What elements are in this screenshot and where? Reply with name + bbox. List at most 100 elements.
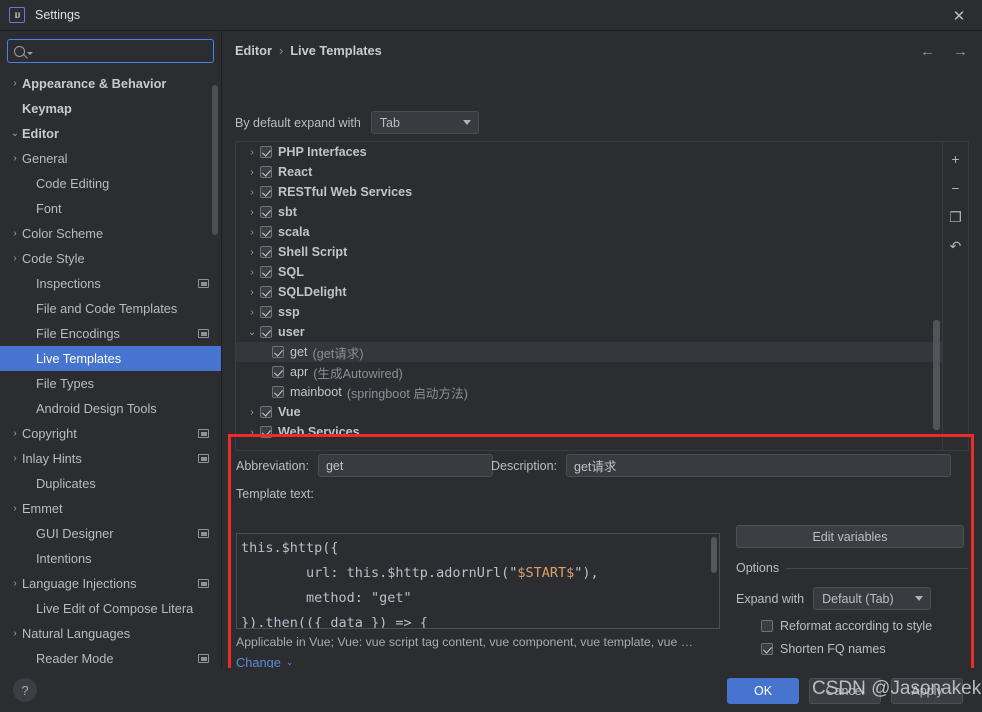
table-row[interactable]: ›mainboot(springboot 启动方法) xyxy=(236,382,942,402)
template-checkbox[interactable] xyxy=(260,226,272,238)
sidebar-item-code-style[interactable]: › Code Style xyxy=(0,246,221,271)
sidebar-item-android-design-tools[interactable]: ›Android Design Tools xyxy=(0,396,221,421)
sidebar-item-emmet[interactable]: › Emmet xyxy=(0,496,221,521)
sidebar-item-live-edit-of-compose-litera[interactable]: ›Live Edit of Compose Litera xyxy=(0,596,221,621)
shorten-fq-names-checkbox[interactable] xyxy=(761,643,773,655)
sidebar-item-gui-designer[interactable]: ›GUI Designer xyxy=(0,521,221,546)
table-row[interactable]: › React xyxy=(236,162,942,182)
sidebar-item-appearance-behavior[interactable]: › Appearance & Behavior xyxy=(0,71,221,96)
chevron-right-icon[interactable]: › xyxy=(8,153,22,164)
table-row[interactable]: › PHP Interfaces xyxy=(236,142,942,162)
template-checkbox[interactable] xyxy=(272,366,284,378)
chevron-down-icon[interactable]: ⌄ xyxy=(244,327,260,338)
apply-button[interactable]: Apply xyxy=(891,678,963,704)
template-checkbox[interactable] xyxy=(260,426,272,438)
code-scrollbar[interactable] xyxy=(711,537,717,573)
table-row[interactable]: › sbt xyxy=(236,202,942,222)
chevron-right-icon[interactable]: › xyxy=(8,228,22,239)
chevron-right-icon[interactable]: › xyxy=(8,453,22,464)
table-row[interactable]: ⌄ user xyxy=(236,322,942,342)
chevron-right-icon[interactable]: › xyxy=(244,227,260,238)
template-text-editor[interactable]: this.$http({ url: this.$http.adornUrl("$… xyxy=(236,533,720,629)
template-checkbox[interactable] xyxy=(272,386,284,398)
help-button[interactable]: ? xyxy=(13,678,37,702)
table-row[interactable]: › SQLDelight xyxy=(236,282,942,302)
sidebar-item-keymap[interactable]: ›Keymap xyxy=(0,96,221,121)
sidebar-item-file-encodings[interactable]: ›File Encodings xyxy=(0,321,221,346)
chevron-right-icon[interactable]: › xyxy=(244,207,260,218)
template-checkbox[interactable] xyxy=(260,246,272,258)
sidebar-item-code-editing[interactable]: ›Code Editing xyxy=(0,171,221,196)
sidebar-item-reader-mode[interactable]: ›Reader Mode xyxy=(0,646,221,668)
template-checkbox[interactable] xyxy=(260,186,272,198)
expand-with-select[interactable]: Default (Tab) xyxy=(813,587,932,610)
reformat-option-row[interactable]: Reformat according to style xyxy=(761,619,968,633)
chevron-right-icon[interactable]: › xyxy=(8,78,22,89)
template-checkbox[interactable] xyxy=(260,166,272,178)
edit-variables-button[interactable]: Edit variables xyxy=(736,525,964,548)
chevron-down-icon[interactable]: ⌄ xyxy=(8,128,22,139)
sidebar-item-intentions[interactable]: ›Intentions xyxy=(0,546,221,571)
revert-template-button[interactable]: ↶ xyxy=(946,237,966,255)
template-checkbox[interactable] xyxy=(260,406,272,418)
sidebar-item-editor[interactable]: ⌄ Editor xyxy=(0,121,221,146)
abbreviation-field[interactable]: get xyxy=(317,454,493,477)
remove-template-button[interactable]: − xyxy=(946,179,966,197)
chevron-right-icon[interactable]: › xyxy=(244,287,260,298)
sidebar-item-copyright[interactable]: › Copyright xyxy=(0,421,221,446)
table-row[interactable]: ›apr(生成Autowired) xyxy=(236,362,942,382)
chevron-right-icon[interactable]: › xyxy=(8,253,22,264)
sidebar-item-inlay-hints[interactable]: › Inlay Hints xyxy=(0,446,221,471)
table-row[interactable]: › Vue xyxy=(236,402,942,422)
chevron-right-icon[interactable]: › xyxy=(8,578,22,589)
template-checkbox[interactable] xyxy=(260,326,272,338)
sidebar-item-general[interactable]: › General xyxy=(0,146,221,171)
table-row[interactable]: › scala xyxy=(236,222,942,242)
description-field[interactable]: get请求 xyxy=(566,454,951,477)
templates-tree-scrollbar[interactable] xyxy=(933,320,940,430)
chevron-right-icon[interactable]: › xyxy=(244,427,260,438)
chevron-right-icon[interactable]: › xyxy=(244,167,260,178)
sidebar-item-font[interactable]: ›Font xyxy=(0,196,221,221)
search-input[interactable] xyxy=(37,44,207,58)
template-checkbox[interactable] xyxy=(260,286,272,298)
table-row[interactable]: ›get(get请求) xyxy=(236,342,942,362)
duplicate-template-button[interactable]: ❐ xyxy=(946,208,966,226)
chevron-right-icon[interactable]: › xyxy=(8,628,22,639)
template-checkbox[interactable] xyxy=(272,346,284,358)
search-box[interactable] xyxy=(7,39,214,63)
arrow-left-icon[interactable]: ← xyxy=(920,43,935,60)
sidebar-item-natural-languages[interactable]: › Natural Languages xyxy=(0,621,221,646)
chevron-right-icon[interactable]: › xyxy=(8,428,22,439)
chevron-down-icon[interactable] xyxy=(27,51,33,55)
chevron-right-icon[interactable]: › xyxy=(244,187,260,198)
ok-button[interactable]: OK xyxy=(727,678,799,704)
reformat-checkbox[interactable] xyxy=(761,620,773,632)
shorten-option-row[interactable]: Shorten FQ names xyxy=(761,642,968,656)
sidebar-item-live-templates[interactable]: ›Live Templates xyxy=(0,346,221,371)
table-row[interactable]: › ssp xyxy=(236,302,942,322)
cancel-button[interactable]: Cancel xyxy=(809,678,881,704)
chevron-right-icon[interactable]: › xyxy=(8,503,22,514)
chevron-right-icon[interactable]: › xyxy=(244,247,260,258)
template-checkbox[interactable] xyxy=(260,206,272,218)
template-checkbox[interactable] xyxy=(260,146,272,158)
sidebar-item-file-and-code-templates[interactable]: ›File and Code Templates xyxy=(0,296,221,321)
sidebar-item-duplicates[interactable]: ›Duplicates xyxy=(0,471,221,496)
sidebar-item-color-scheme[interactable]: › Color Scheme xyxy=(0,221,221,246)
arrow-right-icon[interactable]: → xyxy=(953,43,968,60)
table-row[interactable]: › SQL xyxy=(236,262,942,282)
breadcrumb-parent[interactable]: Editor xyxy=(235,43,272,58)
sidebar-item-language-injections[interactable]: › Language Injections xyxy=(0,571,221,596)
chevron-right-icon[interactable]: › xyxy=(244,147,260,158)
sidebar-scrollbar[interactable] xyxy=(212,85,218,235)
sidebar-item-file-types[interactable]: ›File Types xyxy=(0,371,221,396)
template-checkbox[interactable] xyxy=(260,306,272,318)
table-row[interactable]: › Shell Script xyxy=(236,242,942,262)
template-checkbox[interactable] xyxy=(260,266,272,278)
table-row[interactable]: › Web Services xyxy=(236,422,942,442)
chevron-right-icon[interactable]: › xyxy=(244,407,260,418)
table-row[interactable]: › RESTful Web Services xyxy=(236,182,942,202)
close-icon[interactable]: ✕ xyxy=(936,0,982,31)
chevron-right-icon[interactable]: › xyxy=(244,267,260,278)
